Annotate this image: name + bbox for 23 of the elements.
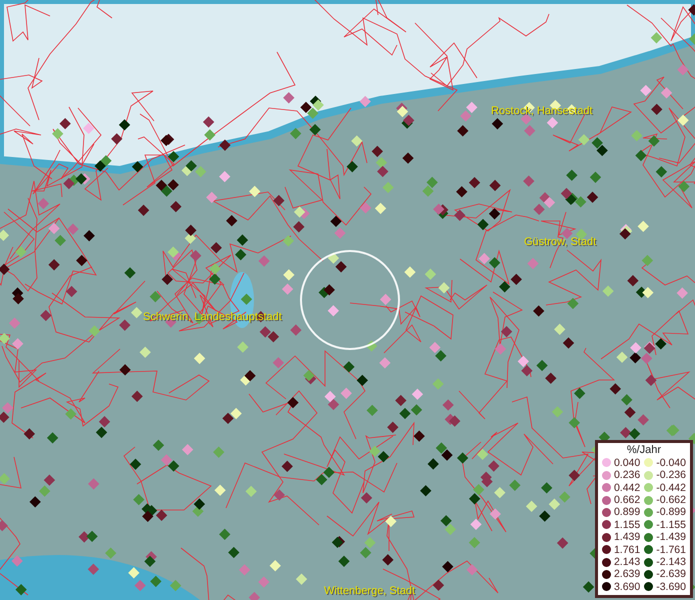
- legend-value: -0.662: [656, 494, 686, 506]
- legend-value: -0.040: [656, 456, 686, 469]
- legend-value: 1.439: [614, 531, 640, 544]
- legend-value: -0.236: [656, 469, 686, 482]
- legend-value: -0.899: [656, 506, 686, 518]
- legend-value: 1.761: [614, 544, 640, 556]
- legend-value: -0.442: [656, 482, 686, 494]
- legend-value: 2.639: [614, 568, 640, 580]
- legend-value: 0.899: [614, 506, 640, 518]
- legend-value: -3.690: [656, 580, 686, 593]
- legend-title: %/Jahr: [626, 444, 662, 457]
- legend-value: 0.662: [614, 494, 640, 506]
- legend-value: 2.143: [614, 556, 640, 568]
- legend-value: -2.639: [656, 568, 686, 580]
- legend-value: 0.442: [614, 482, 640, 494]
- legend-value: 0.040: [614, 456, 640, 469]
- legend-value: 3.690: [614, 580, 640, 593]
- legend-value: 1.155: [614, 518, 640, 531]
- legend-value: -1.155: [656, 518, 686, 531]
- legend-value: 0.236: [614, 469, 640, 482]
- legend-value: -1.761: [656, 544, 686, 556]
- legend-value: -1.439: [656, 531, 686, 544]
- legend-value: -2.143: [656, 556, 686, 568]
